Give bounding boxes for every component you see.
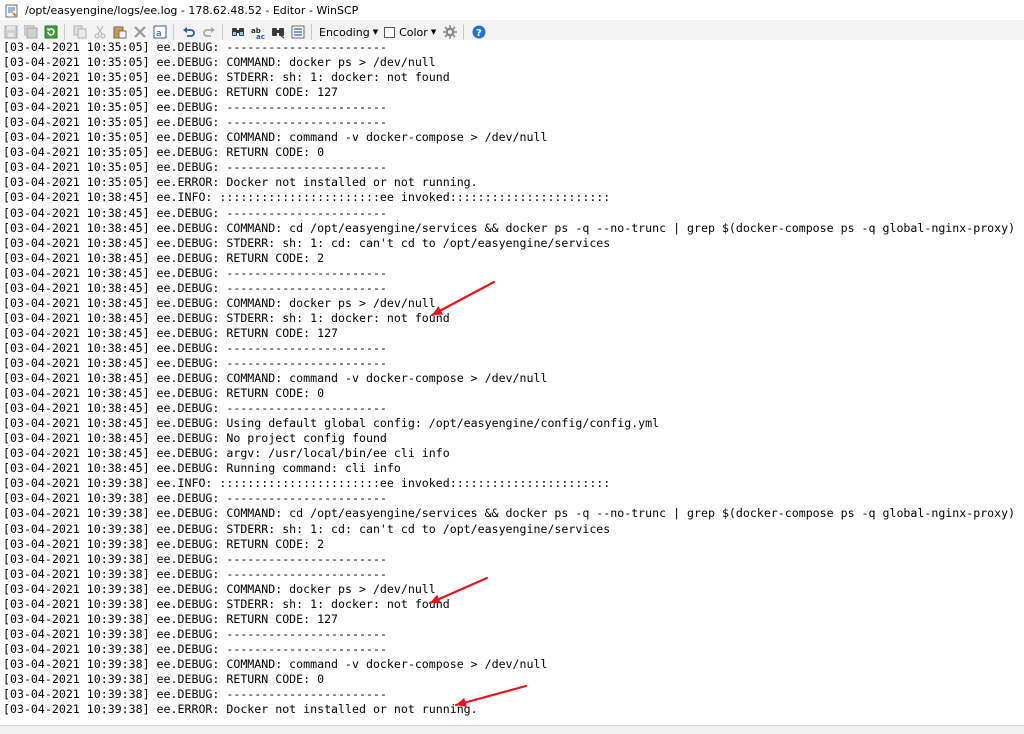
- log-line: [03-04-2021 10:39:38] ee.DEBUG: RETURN C…: [3, 671, 325, 686]
- svg-text:ac: ac: [256, 33, 265, 39]
- log-line: [03-04-2021 10:35:05] ee.DEBUG: --------…: [3, 160, 387, 175]
- log-line: [03-04-2021 10:39:38] ee.DEBUG: STDERR: …: [3, 521, 611, 536]
- encoding-dropdown[interactable]: Encoding ▼: [316, 23, 381, 41]
- log-line: [03-04-2021 10:39:38] ee.ERROR: Docker n…: [3, 702, 478, 717]
- log-line: [03-04-2021 10:35:05] ee.DEBUG: --------…: [3, 40, 387, 54]
- winscp-editor-window: /opt/easyengine/logs/ee.log - 178.62.48.…: [0, 0, 1024, 734]
- log-line: [03-04-2021 10:39:38] ee.DEBUG: STDERR: …: [3, 596, 450, 611]
- toolbar-separator: [463, 24, 465, 40]
- log-line: [03-04-2021 10:39:38] ee.DEBUG: --------…: [3, 491, 387, 506]
- log-line: [03-04-2021 10:39:38] ee.DEBUG: COMMAND:…: [3, 656, 548, 671]
- encoding-label: Encoding: [319, 25, 370, 39]
- save-icon[interactable]: [2, 23, 20, 41]
- paste-icon[interactable]: [111, 23, 129, 41]
- editor-lines: [03-04-2021 10:35:05] ee.DEBUG: --------…: [3, 40, 1015, 717]
- log-line: [03-04-2021 10:38:45] ee.DEBUG: COMMAND:…: [3, 295, 436, 310]
- log-line: [03-04-2021 10:39:38] ee.DEBUG: COMMAND:…: [3, 581, 436, 596]
- title-bar: /opt/easyengine/logs/ee.log - 178.62.48.…: [0, 0, 1024, 20]
- help-icon[interactable]: ?: [470, 23, 488, 41]
- log-line: [03-04-2021 10:38:45] ee.DEBUG: Using de…: [3, 416, 660, 431]
- log-line: [03-04-2021 10:38:45] ee.DEBUG: --------…: [3, 340, 387, 355]
- log-line: [03-04-2021 10:38:45] ee.DEBUG: RETURN C…: [3, 325, 339, 340]
- delete-icon[interactable]: [131, 23, 149, 41]
- find-icon[interactable]: [229, 23, 247, 41]
- log-line: [03-04-2021 10:35:05] ee.DEBUG: RETURN C…: [3, 85, 339, 100]
- replace-icon[interactable]: ab ac: [249, 23, 267, 41]
- log-line: [03-04-2021 10:39:38] ee.DEBUG: --------…: [3, 626, 387, 641]
- log-line: [03-04-2021 10:38:45] ee.DEBUG: Running …: [3, 461, 401, 476]
- log-line: [03-04-2021 10:39:38] ee.INFO: :::::::::…: [3, 476, 611, 491]
- toolbar-separator: [64, 24, 65, 40]
- log-line: [03-04-2021 10:35:05] ee.DEBUG: --------…: [3, 100, 387, 115]
- log-line: [03-04-2021 10:38:45] ee.DEBUG: RETURN C…: [3, 386, 325, 401]
- log-line: [03-04-2021 10:39:38] ee.DEBUG: --------…: [3, 641, 387, 656]
- svg-text:?: ?: [476, 28, 482, 39]
- log-line: [03-04-2021 10:39:38] ee.DEBUG: RETURN C…: [3, 611, 339, 626]
- log-line: [03-04-2021 10:35:05] ee.DEBUG: COMMAND:…: [3, 55, 436, 70]
- log-line: [03-04-2021 10:39:38] ee.DEBUG: --------…: [3, 566, 387, 581]
- toolbar-separator: [222, 24, 223, 40]
- log-line: [03-04-2021 10:38:45] ee.DEBUG: No proje…: [3, 431, 387, 446]
- log-line: [03-04-2021 10:38:45] ee.DEBUG: --------…: [3, 401, 387, 416]
- toolbar-separator: [311, 24, 312, 40]
- log-line: [03-04-2021 10:38:45] ee.INFO: :::::::::…: [3, 190, 611, 205]
- log-line: [03-04-2021 10:35:05] ee.ERROR: Docker n…: [3, 175, 478, 190]
- log-line: [03-04-2021 10:35:05] ee.DEBUG: --------…: [3, 115, 387, 130]
- select-all-icon[interactable]: a: [151, 23, 169, 41]
- log-line: [03-04-2021 10:35:05] ee.DEBUG: COMMAND:…: [3, 130, 548, 145]
- find-next-icon[interactable]: [269, 23, 287, 41]
- log-line: [03-04-2021 10:39:38] ee.DEBUG: --------…: [3, 687, 387, 702]
- status-bar: [0, 725, 1024, 734]
- log-line: [03-04-2021 10:38:45] ee.DEBUG: argv: /u…: [3, 446, 450, 461]
- log-line: [03-04-2021 10:38:45] ee.DEBUG: RETURN C…: [3, 250, 325, 265]
- log-line: [03-04-2021 10:38:45] ee.DEBUG: --------…: [3, 205, 387, 220]
- color-label: Color: [399, 25, 428, 39]
- redo-icon[interactable]: [200, 23, 218, 41]
- log-line: [03-04-2021 10:38:45] ee.DEBUG: COMMAND:…: [3, 220, 1016, 235]
- chevron-down-icon: ▼: [430, 28, 437, 36]
- color-swatch-icon: [384, 26, 396, 38]
- color-dropdown[interactable]: Color ▼: [381, 23, 439, 41]
- log-line: [03-04-2021 10:38:45] ee.DEBUG: STDERR: …: [3, 310, 450, 325]
- text-editor-area[interactable]: [03-04-2021 10:35:05] ee.DEBUG: --------…: [0, 40, 1024, 726]
- undo-icon[interactable]: [180, 23, 198, 41]
- window-title: /opt/easyengine/logs/ee.log - 178.62.48.…: [25, 3, 359, 17]
- log-line: [03-04-2021 10:38:45] ee.DEBUG: --------…: [3, 265, 387, 280]
- svg-text:a: a: [156, 29, 162, 39]
- gear-icon[interactable]: [441, 23, 459, 41]
- reload-icon[interactable]: [42, 23, 60, 41]
- log-line: [03-04-2021 10:35:05] ee.DEBUG: STDERR: …: [3, 70, 450, 85]
- log-line: [03-04-2021 10:38:45] ee.DEBUG: STDERR: …: [3, 235, 611, 250]
- goto-line-icon[interactable]: [289, 23, 307, 41]
- chevron-down-icon: ▼: [372, 28, 379, 36]
- log-line: [03-04-2021 10:38:45] ee.DEBUG: --------…: [3, 280, 387, 295]
- winscp-app-icon: [5, 3, 19, 18]
- log-line: [03-04-2021 10:39:38] ee.DEBUG: RETURN C…: [3, 536, 325, 551]
- save-all-icon[interactable]: [22, 23, 40, 41]
- copy-icon[interactable]: [71, 23, 89, 41]
- log-line: [03-04-2021 10:39:38] ee.DEBUG: --------…: [3, 551, 387, 566]
- log-line: [03-04-2021 10:38:45] ee.DEBUG: COMMAND:…: [3, 371, 548, 386]
- cut-icon[interactable]: [91, 23, 109, 41]
- log-line: [03-04-2021 10:35:05] ee.DEBUG: RETURN C…: [3, 145, 325, 160]
- log-line: [03-04-2021 10:38:45] ee.DEBUG: --------…: [3, 355, 387, 370]
- toolbar-separator: [173, 24, 174, 40]
- log-line: [03-04-2021 10:39:38] ee.DEBUG: COMMAND:…: [3, 506, 1016, 521]
